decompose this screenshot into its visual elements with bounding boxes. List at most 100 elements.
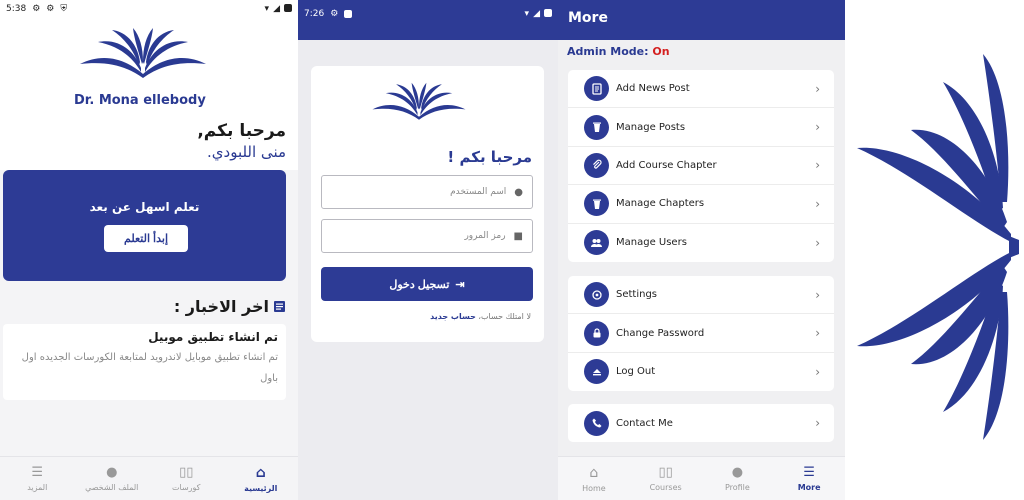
menu-contact-me[interactable]: Contact Me › (568, 404, 834, 442)
battery-icon (544, 8, 552, 17)
menu-manage-posts[interactable]: Manage Posts › (568, 108, 834, 147)
menu-settings[interactable]: Settings › (568, 276, 834, 315)
nav-label: Home (582, 483, 606, 493)
status-time: 5:38 (6, 3, 27, 14)
person-icon: ● (106, 465, 118, 480)
lock-icon: ■ (513, 230, 523, 242)
nav-label: الملف الشخصي (85, 483, 139, 492)
nav-label: كورسات (172, 483, 201, 492)
user-name: منى اللبودي. (207, 143, 286, 161)
nav-home[interactable]: ⌂ الرئيسية (224, 457, 299, 500)
nav-more[interactable]: ☰ More (773, 457, 845, 500)
menu-change-password[interactable]: Change Password › (568, 314, 834, 353)
menu-label: Manage Posts (616, 121, 686, 133)
status-time: 7:26 (304, 8, 325, 19)
admin-status: On (652, 45, 670, 58)
password-field[interactable]: ■ رمز المرور (321, 219, 533, 253)
wifi-icon: ▾ (264, 3, 270, 14)
menu-label: Contact Me (616, 417, 673, 429)
menu-label: Change Password (616, 327, 705, 339)
username-placeholder: اسم المستخدم (450, 187, 507, 197)
register-prompt: لا امتلك حساب، (478, 312, 531, 321)
chevron-right-icon: › (815, 287, 820, 302)
menu-label: Manage Users (616, 237, 687, 249)
more-screen: More Admin Mode: On Add News Post › Mana… (558, 0, 845, 500)
list-icon: ☰ (803, 465, 815, 480)
book-icon: ▯▯ (179, 465, 194, 480)
nav-label: Profile (724, 483, 750, 492)
nav-profile[interactable]: ● الملف الشخصي (75, 457, 150, 500)
shield-icon: ⛨ (60, 3, 68, 14)
news-title: تم انشاء تطبيق موبيل (148, 330, 278, 344)
login-screen: 7:26 ⚙ ▾ ◢ مرحبا بكم ! ● اسم المستخدم ■ … (298, 0, 558, 500)
open-book-logo (372, 82, 466, 120)
news-card[interactable]: تم انشاء تطبيق موبيل تم انشاء تطبيق موبا… (3, 324, 286, 400)
username-field[interactable]: ● اسم المستخدم (321, 175, 533, 209)
list-icon: ☰ (31, 465, 44, 480)
nav-courses[interactable]: ▯▯ Courses (630, 457, 702, 500)
gear-icon: ⚙ (46, 3, 55, 14)
menu-manage-users[interactable]: Manage Users › (568, 224, 834, 262)
menu-log-out[interactable]: Log Out › (568, 353, 834, 391)
password-placeholder: رمز المرور (464, 231, 506, 241)
settings-icon (584, 282, 609, 308)
chevron-right-icon: › (815, 416, 820, 431)
chevron-right-icon: › (815, 158, 820, 173)
menu-label: Add Course Chapter (616, 159, 717, 171)
news-heading-text: اخر الاخبار : (173, 297, 269, 316)
hero-banner: تعلم اسهل عن بعد إبدأ التعلم (3, 170, 286, 281)
signal-icon: ◢ (533, 8, 540, 19)
nav-label: المزيد (27, 483, 48, 492)
open-book-logo (80, 28, 206, 78)
gear-icon: ⚙ (330, 8, 339, 19)
home-icon: ⌂ (255, 464, 266, 481)
menu-add-news-post[interactable]: Add News Post › (568, 70, 834, 109)
chevron-right-icon: › (815, 81, 820, 96)
home-icon: ⌂ (589, 464, 599, 481)
nav-courses[interactable]: ▯▯ كورسات (149, 457, 224, 500)
menu-manage-chapters[interactable]: Manage Chapters › (568, 185, 834, 224)
brand-name: Dr. Mona ellebody (74, 93, 206, 108)
book-icon: ▯▯ (658, 465, 673, 480)
chevron-right-icon: › (815, 326, 820, 341)
menu-label: Log Out (616, 366, 656, 378)
bottom-nav: ☰ المزيد ● الملف الشخصي ▯▯ كورسات ⌂ الرئ… (0, 456, 298, 500)
chevron-right-icon: › (815, 196, 820, 211)
users-icon (584, 230, 609, 256)
start-learning-button[interactable]: إبدأ التعلم (104, 225, 188, 252)
chevron-right-icon: › (815, 235, 820, 250)
person-icon: ● (731, 465, 744, 480)
nav-label: Courses (649, 483, 682, 492)
phone-icon (584, 410, 609, 436)
person-icon: ● (514, 186, 523, 198)
admin-mode: Admin Mode: On (567, 45, 670, 58)
account-menu: Settings › Change Password › Log Out › (568, 276, 834, 392)
hero-text: تعلم اسهل عن بعد (89, 200, 200, 214)
logo-panel (845, 0, 1024, 500)
menu-add-course-chapter[interactable]: Add Course Chapter › (568, 147, 834, 186)
login-card: مرحبا بكم ! ● اسم المستخدم ■ رمز المرور … (311, 66, 544, 342)
menu-label: Settings (616, 289, 658, 301)
page-title: More (558, 0, 845, 40)
nav-label: الرئيسية (244, 483, 278, 493)
news-heading: اخر الاخبار : (174, 297, 286, 316)
trash-icon (584, 114, 609, 140)
login-button[interactable]: تسجيل دخول ⇥ (321, 267, 533, 301)
status-bar: 7:26 ⚙ ▾ ◢ (298, 5, 558, 22)
open-book-logo (857, 54, 1019, 440)
nav-profile[interactable]: ● Profile (702, 457, 774, 500)
login-label: تسجيل دخول (389, 278, 450, 291)
status-bar: 5:38 ⚙ ⚙ ⛨ ▾ ◢ (0, 0, 298, 17)
paperclip-icon (584, 152, 609, 178)
admin-menu: Add News Post › Manage Posts › Add Cours… (568, 70, 834, 262)
register-row: لا امتلك حساب، حساب جديد (430, 312, 531, 321)
lock-icon (584, 320, 609, 346)
register-link[interactable]: حساب جديد (430, 312, 476, 321)
nav-home[interactable]: ⌂ Home (558, 457, 630, 500)
nav-more[interactable]: ☰ المزيد (0, 457, 75, 500)
news-icon (584, 76, 609, 102)
admin-label: Admin Mode: (567, 45, 649, 58)
signal-icon: ◢ (273, 3, 280, 14)
logout-icon (584, 359, 609, 385)
greeting: مرحبا بكم ! (447, 148, 532, 166)
